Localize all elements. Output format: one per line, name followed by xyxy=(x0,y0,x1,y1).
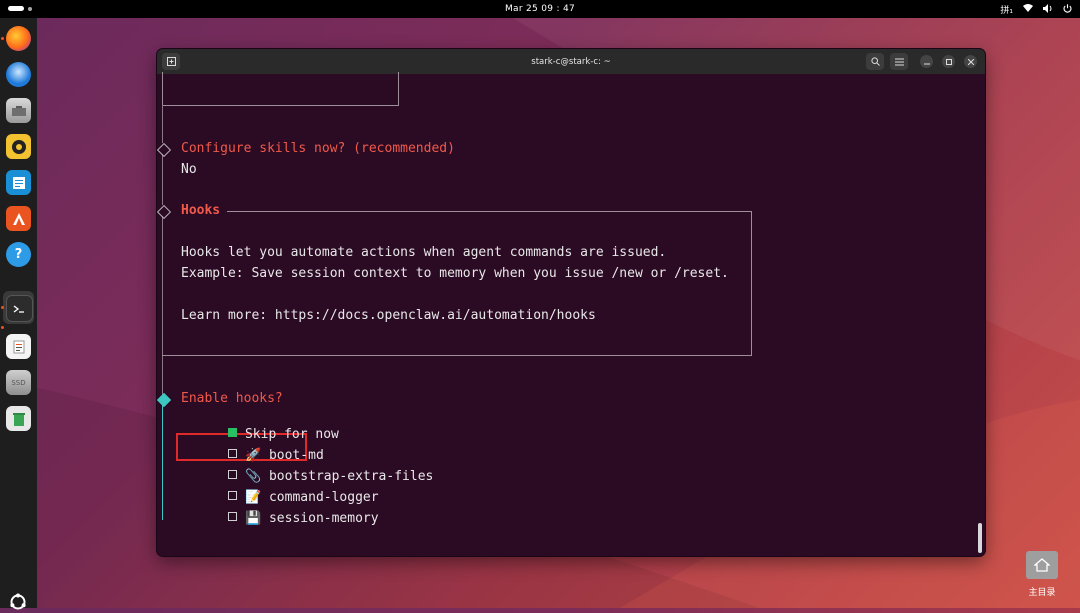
tree-connector xyxy=(162,105,163,143)
home-folder-label[interactable]: 主目录 xyxy=(1018,585,1066,598)
trash-icon[interactable] xyxy=(6,406,31,431)
done-step-diamond-icon xyxy=(157,142,172,158)
hooks-learn-more-link[interactable]: Learn more: https://docs.openclaw.ai/aut… xyxy=(181,308,596,323)
maximize-button[interactable] xyxy=(942,55,955,68)
volume-icon xyxy=(1043,3,1053,16)
firefox-icon[interactable] xyxy=(6,26,31,51)
libreoffice-writer-icon[interactable] xyxy=(6,170,31,195)
option-session-memory[interactable]: 💾 session-memory xyxy=(181,496,379,541)
running-indicator xyxy=(1,326,4,329)
input-method-indicator[interactable]: 拼₁ xyxy=(1000,3,1013,16)
skills-prompt: Configure skills now? (recommended) xyxy=(181,141,455,156)
wifi-icon xyxy=(1023,4,1033,15)
rhythmbox-icon[interactable] xyxy=(6,134,31,159)
text-editor-icon[interactable] xyxy=(6,334,31,359)
tree-connector xyxy=(162,154,163,205)
help-icon[interactable]: ? xyxy=(6,242,31,267)
previous-output-box xyxy=(162,72,399,106)
scrollbar[interactable] xyxy=(978,523,982,553)
running-indicator xyxy=(1,37,4,40)
option-label: session-memory xyxy=(268,511,379,526)
terminal-window[interactable]: stark-c@stark-c: ~ Configure skills now?… xyxy=(157,49,985,556)
terminal-icon[interactable] xyxy=(6,295,33,322)
active-step-diamond-icon xyxy=(157,392,172,408)
home-folder-icon[interactable] xyxy=(1026,551,1058,579)
dock: ? SSD xyxy=(0,18,37,610)
ssd-label: SSD xyxy=(11,378,26,387)
close-button[interactable] xyxy=(964,55,977,68)
skills-answer: No xyxy=(181,162,197,177)
active-connector xyxy=(162,404,163,520)
hooks-info-box xyxy=(162,211,752,356)
unchecked-box-icon xyxy=(227,512,237,521)
system-tray[interactable]: 拼₁ xyxy=(1000,3,1072,16)
running-indicator xyxy=(1,306,4,309)
hooks-box-bottom-border xyxy=(162,355,752,356)
terminal-content[interactable]: Configure skills now? (recommended) No H… xyxy=(157,72,985,556)
hooks-description-line-2: Example: Save session context to memory … xyxy=(181,266,729,281)
enable-hooks-prompt: Enable hooks? xyxy=(181,391,283,406)
hooks-description-line-1: Hooks let you automate actions when agen… xyxy=(181,245,667,260)
clock[interactable]: Mar 25 09 : 47 xyxy=(0,4,1080,14)
floppy-disk-icon: 💾 xyxy=(244,511,262,526)
thunderbird-icon[interactable] xyxy=(6,62,31,87)
top-bar: Mar 25 09 : 47 拼₁ xyxy=(0,0,1080,18)
search-button[interactable] xyxy=(866,53,884,70)
power-icon xyxy=(1063,3,1072,16)
hooks-box-top-border xyxy=(227,211,752,212)
title-bar[interactable]: stark-c@stark-c: ~ xyxy=(157,49,985,74)
show-apps-icon[interactable] xyxy=(7,591,29,613)
minimize-button[interactable] xyxy=(920,55,933,68)
files-icon[interactable] xyxy=(6,98,31,123)
app-center-icon[interactable] xyxy=(6,206,31,231)
ssd-drive-icon[interactable]: SSD xyxy=(6,370,31,395)
menu-button[interactable] xyxy=(890,53,908,70)
window-title: stark-c@stark-c: ~ xyxy=(531,57,611,67)
